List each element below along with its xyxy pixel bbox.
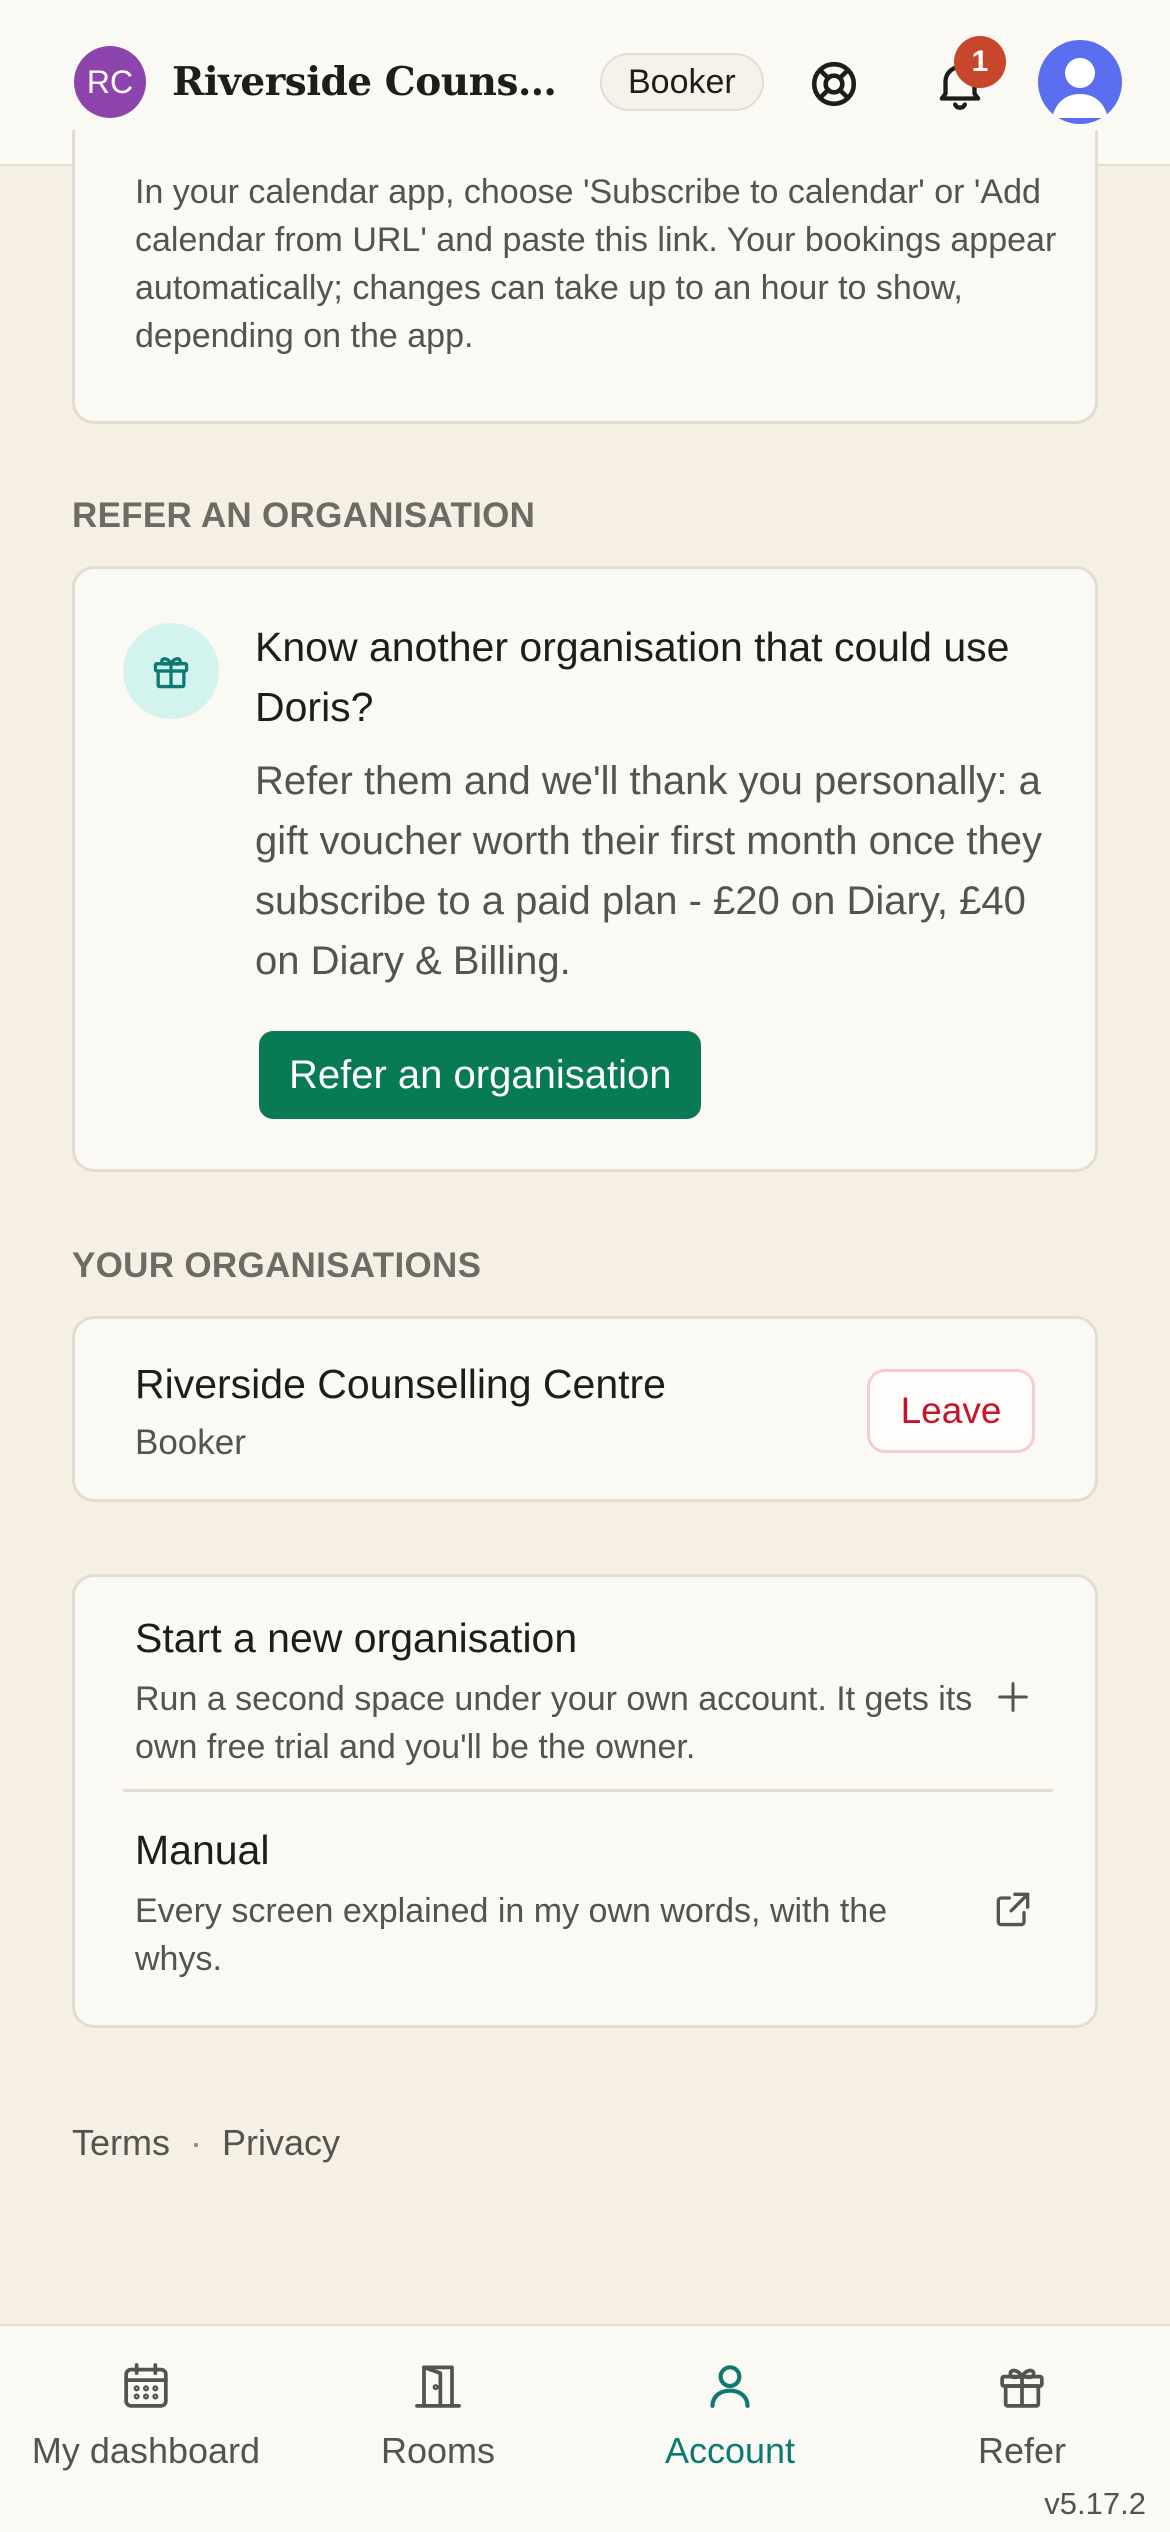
external-link-icon — [989, 1885, 1037, 1933]
footer-links: Terms · Privacy — [72, 2122, 340, 2164]
calendar-instructions: In your calendar app, choose 'Subscribe … — [135, 173, 1057, 355]
bottom-navigation: My dashboard Rooms Account Refer v5.17.2 — [0, 2324, 1170, 2532]
refer-section-label: REFER AN ORGANISATION — [72, 496, 536, 535]
manual-row[interactable]: Manual Every screen explained in my own … — [75, 1789, 1095, 2025]
org-avatar[interactable]: RC — [74, 46, 146, 118]
organisation-item: Riverside Counselling Centre Booker Leav… — [72, 1316, 1098, 1502]
nav-label: Rooms — [380, 2430, 496, 2471]
door-icon — [408, 2356, 468, 2416]
manual-title: Manual — [135, 1827, 270, 1873]
person-icon — [1052, 58, 1108, 118]
refer-body: Refer them and we'll thank you personall… — [255, 759, 1043, 983]
nav-rooms[interactable]: Rooms — [292, 2326, 584, 2486]
notification-badge: 1 — [954, 36, 1006, 88]
refer-card: Know another organisation that could use… — [72, 566, 1098, 1172]
refer-title: Know another organisation that could use… — [255, 624, 1010, 730]
nav-label: Refer — [977, 2430, 1067, 2471]
organisation-role: Booker — [135, 1423, 246, 1462]
gift-badge — [123, 623, 219, 719]
terms-link[interactable]: Terms — [72, 2122, 170, 2164]
app-version: v5.17.2 — [1044, 2486, 1146, 2521]
user-avatar[interactable] — [1038, 40, 1122, 124]
start-new-organisation-subtitle: Run a second space under your own accoun… — [135, 1680, 973, 1766]
start-new-organisation-title: Start a new organisation — [135, 1615, 578, 1661]
footer-separator: · — [190, 2122, 202, 2163]
gift-icon — [992, 2356, 1052, 2416]
role-pill: Booker — [600, 53, 764, 111]
leave-organisation-button[interactable]: Leave — [867, 1369, 1035, 1453]
calendar-icon — [116, 2356, 176, 2416]
nav-account[interactable]: Account — [584, 2326, 876, 2486]
help-button[interactable] — [806, 56, 862, 112]
actions-card: Start a new organisation Run a second sp… — [72, 1574, 1098, 2028]
privacy-link[interactable]: Privacy — [222, 2122, 340, 2164]
refer-organisation-button[interactable]: Refer an organisation — [259, 1031, 702, 1119]
plus-icon — [989, 1673, 1037, 1721]
organisation-name: Riverside Counselling Centre — [135, 1361, 666, 1407]
manual-subtitle: Every screen explained in my own words, … — [135, 1892, 888, 1978]
org-name[interactable]: Riverside Counselling Centre — [172, 59, 572, 105]
organisations-section-label: YOUR ORGANISATIONS — [72, 1246, 482, 1285]
nav-label: My dashboard — [31, 2430, 261, 2471]
start-new-organisation-row[interactable]: Start a new organisation Run a second sp… — [75, 1577, 1095, 1789]
person-icon — [700, 2356, 760, 2416]
nav-refer[interactable]: Refer — [876, 2326, 1168, 2486]
nav-label: Account — [664, 2430, 796, 2471]
gift-icon — [153, 657, 189, 689]
lifebuoy-icon — [811, 61, 857, 107]
nav-my-dashboard[interactable]: My dashboard — [0, 2326, 292, 2486]
calendar-subscription-card: In your calendar app, choose 'Subscribe … — [72, 130, 1098, 424]
